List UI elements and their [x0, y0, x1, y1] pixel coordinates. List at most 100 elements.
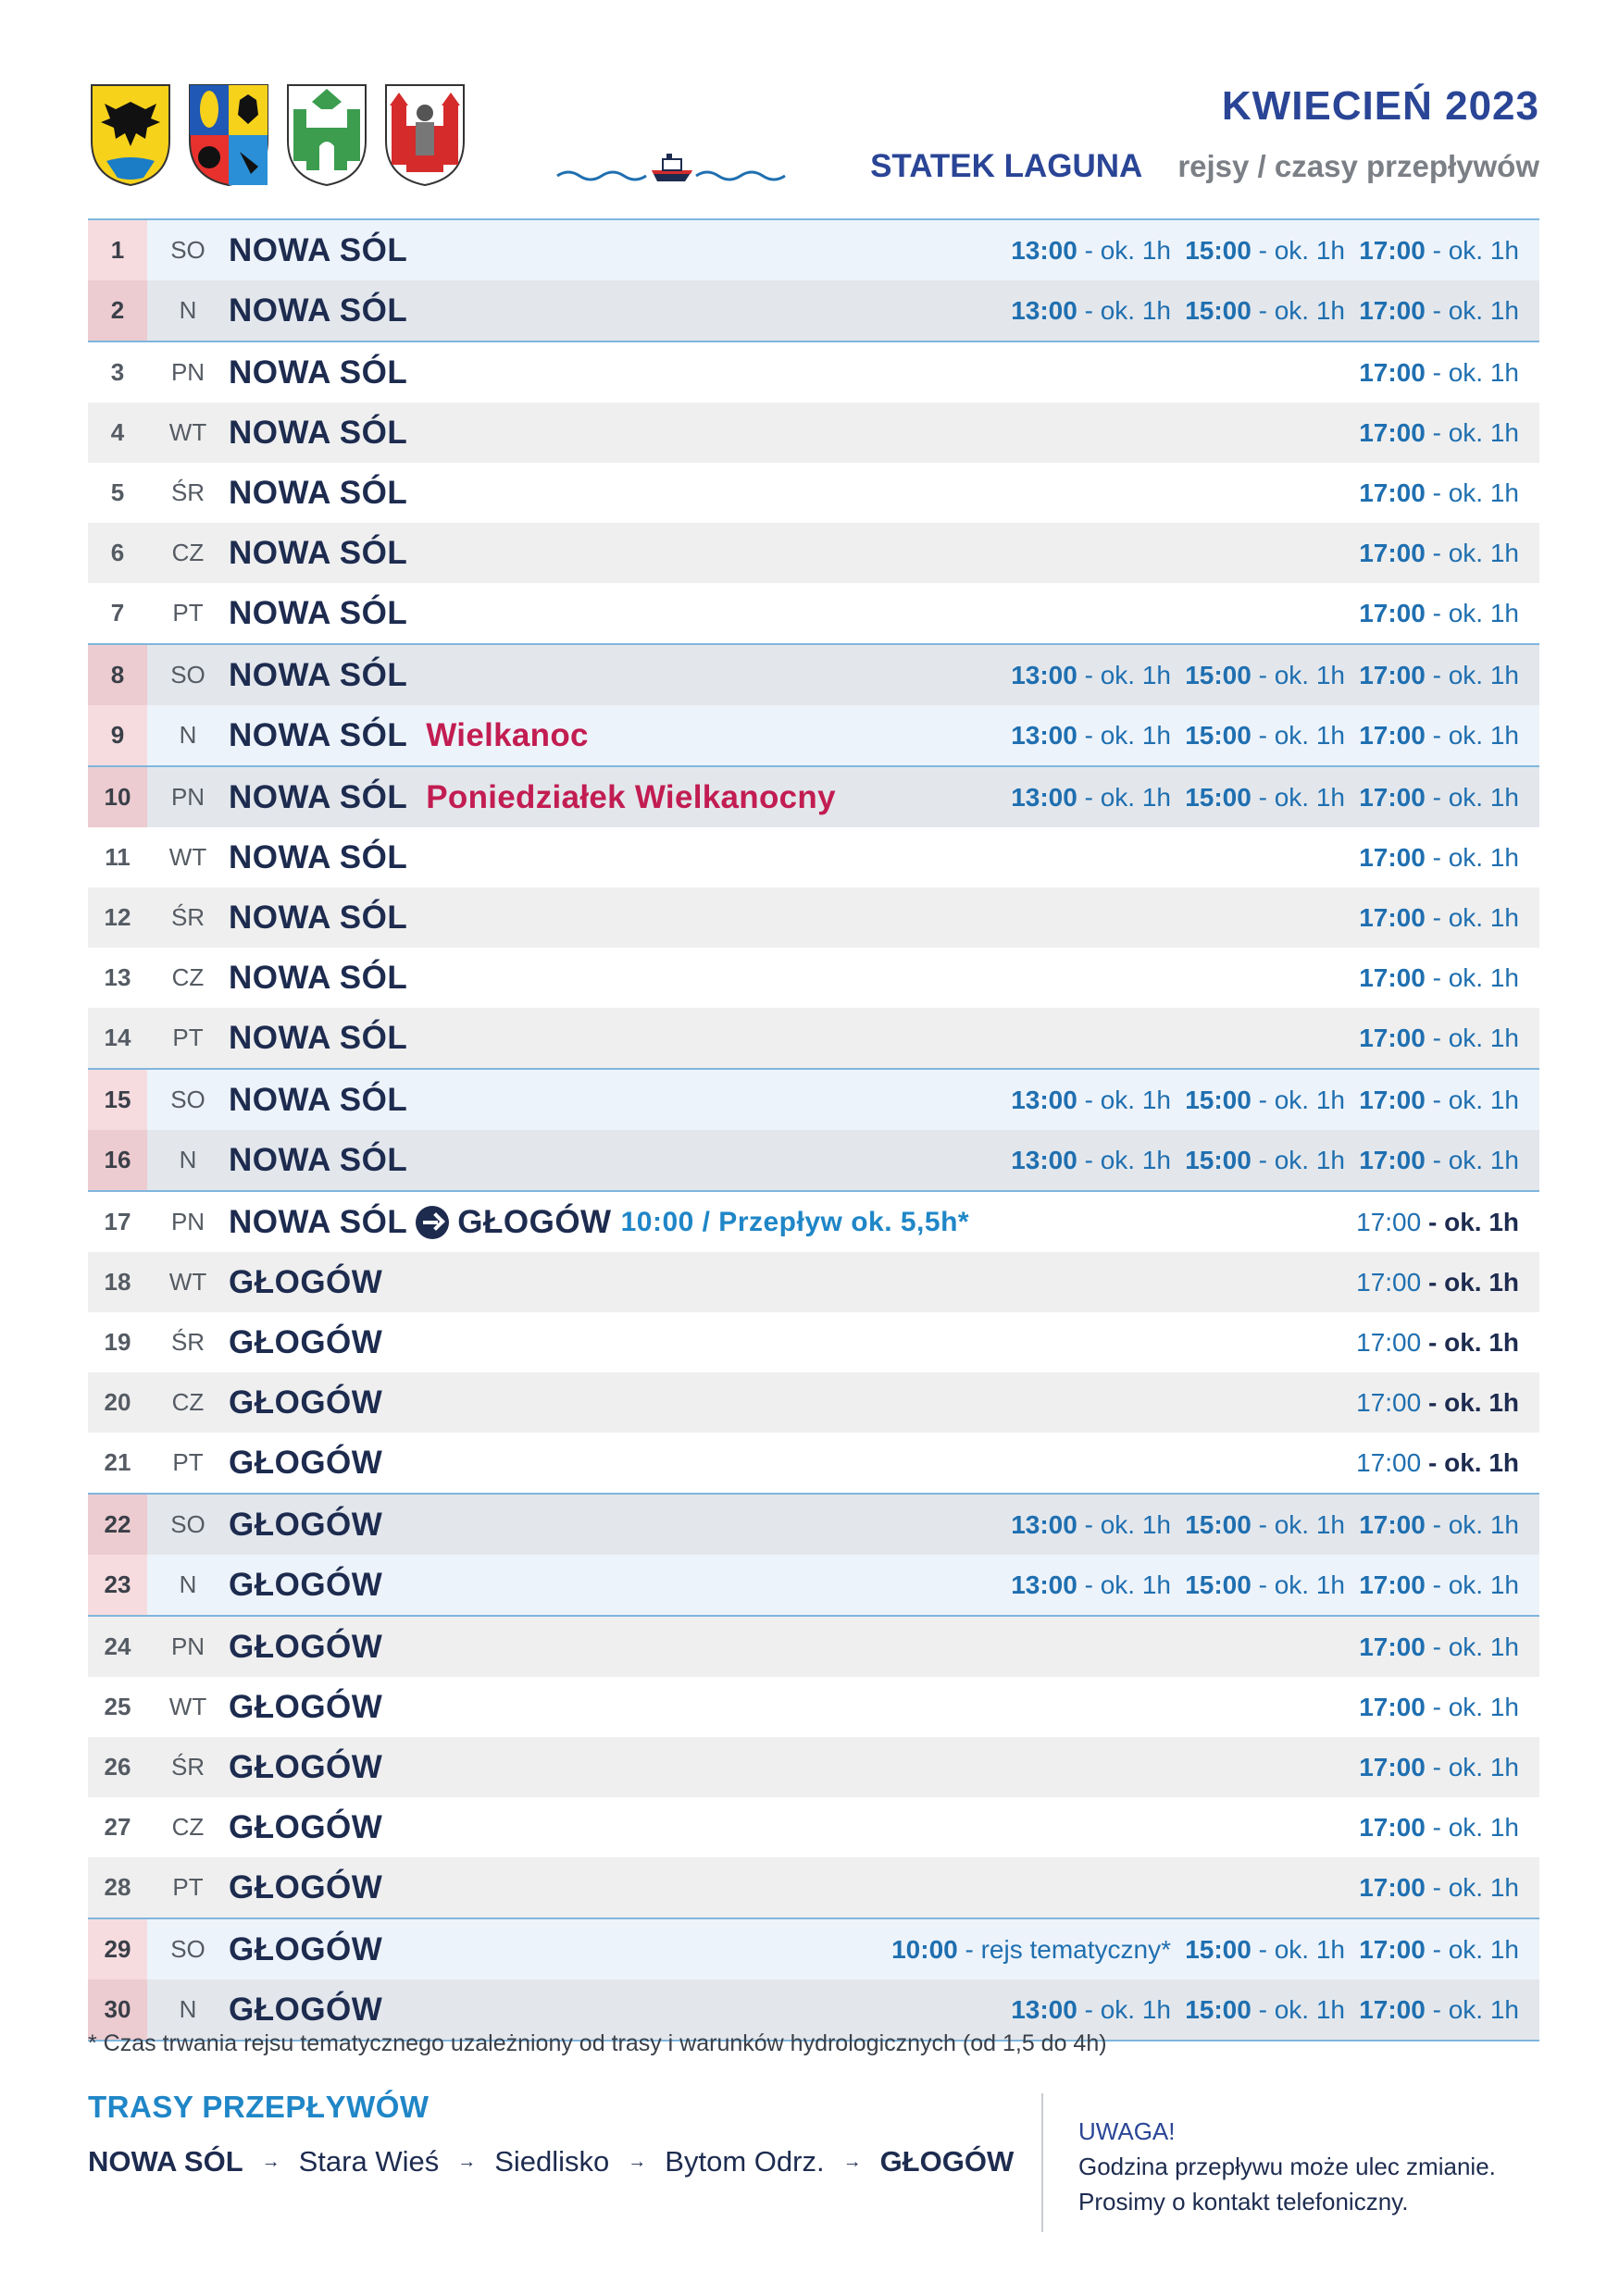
route-arrow-icon: →: [261, 2151, 280, 2172]
duration: - ok. 1h: [1432, 660, 1519, 689]
place-name: GŁOGÓW: [229, 1868, 383, 1905]
destination-cell: NOWA SÓL GŁOGÓW 10:00 / Przepływ ok. 5,5h*: [229, 1204, 969, 1241]
day-number: 7: [110, 599, 125, 627]
place-name: GŁOGÓW: [229, 1688, 383, 1725]
day-number: 15: [88, 1070, 147, 1130]
table-row: 9 N NOWA SÓL Wielkanoc 13:00 - ok. 1h 15:00 -…: [88, 705, 1539, 765]
day-number: 22: [88, 1495, 147, 1555]
place-name: GŁOGÓW: [229, 1748, 383, 1785]
place-name: NOWA SÓL: [229, 959, 408, 996]
duration: - ok. 1h: [1432, 1570, 1519, 1599]
day-number: 5: [110, 478, 125, 506]
departure-slot: 17:00 - ok. 1h: [1345, 1995, 1519, 2025]
day-number: 6: [110, 539, 125, 566]
departure-slot: 17:00 - ok. 1h: [1345, 1873, 1519, 1903]
departure-time: 17:00: [1359, 720, 1426, 750]
departure-times: 13:00 - ok. 1h 15:00 - ok. 1h 17:00 - ok. …: [967, 767, 1519, 827]
duration: - ok. 1h: [1432, 720, 1519, 750]
weekday: SO: [170, 661, 205, 689]
route-line: NOWA SÓL → Stara Wieś → Siedlisko → Bytom Odrz…: [88, 2145, 1014, 2178]
place-name: NOWA SÓL: [229, 778, 408, 815]
duration: - ok. 1h: [1432, 1509, 1519, 1539]
departure-slot: 13:00 - ok. 1h: [967, 1086, 1171, 1115]
weekday: CZ: [171, 1388, 205, 1416]
weekday: WT: [168, 1693, 207, 1720]
departure-slot: 15:00 - ok. 1h: [1171, 1086, 1345, 1115]
destination-cell: NOWA SÓL: [229, 657, 407, 694]
duration: - ok. 1h: [1258, 1934, 1345, 1964]
destination-cell: NOWA SÓL: [229, 960, 407, 997]
departure-time: 13:00: [1011, 1509, 1077, 1539]
departure-time: 17:00: [1359, 1570, 1426, 1599]
destination-cell: NOWA SÓL: [229, 354, 407, 391]
weekday: N: [179, 1995, 197, 2023]
duration: - ok. 1h: [1432, 235, 1519, 265]
duration: - rejs tematyczny*: [965, 1934, 1172, 1964]
table-row: 7 PT NOWA SÓL 17:00 - ok. 1h: [88, 583, 1539, 643]
place-name: GŁOGÓW: [229, 1808, 383, 1845]
departure-times: 17:00 - ok. 1h: [967, 1737, 1519, 1797]
departure-slot: 15:00 - ok. 1h: [1171, 661, 1345, 690]
transfer-info: 10:00 / Przepływ ok. 5,5h*: [620, 1206, 970, 1237]
destination-cell: GŁOGÓW: [229, 1931, 382, 1968]
place-name: NOWA SÓL: [229, 1019, 408, 1056]
departure-slot: 15:00 - ok. 1h: [1171, 1995, 1345, 2025]
table-row: 26 ŚR GŁOGÓW 17:00 - ok. 1h: [88, 1737, 1539, 1797]
departure-time: 15:00: [1185, 1570, 1252, 1599]
table-row: 19 ŚR GŁOGÓW 17:00 - ok. 1h: [88, 1312, 1539, 1372]
place-name: GŁOGÓW: [229, 1263, 383, 1300]
departure-times: 17:00 - ok. 1h: [967, 523, 1519, 583]
day-number: 26: [104, 1753, 131, 1781]
arrow-right-icon: [416, 1205, 450, 1239]
departure-slot: 17:00 - ok. 1h: [1345, 1813, 1519, 1843]
destination-cell: NOWA SÓL: [229, 1142, 407, 1179]
departure-slot: 15:00 - ok. 1h: [1171, 1570, 1345, 1600]
destination-cell: NOWA SÓL: [229, 535, 407, 572]
table-row: 16 N NOWA SÓL 13:00 - ok. 1h 15:00 - ok. 1h 1…: [88, 1130, 1539, 1190]
destination-cell: NOWA SÓL: [229, 900, 407, 937]
weekday: PT: [172, 599, 204, 627]
place-name: GŁOGÓW: [229, 1566, 383, 1603]
departure-time: 17:00: [1359, 538, 1426, 567]
coat-of-arms-lower-silesia-icon: [91, 84, 170, 187]
departure-times: 17:00 - ok. 1h: [967, 463, 1519, 523]
departure-slot: 15:00 - ok. 1h: [1171, 783, 1345, 813]
departure-slot: 17:00 - ok. 1h: [1345, 963, 1519, 993]
duration: - ok. 1h: [1084, 1145, 1171, 1174]
place-name: NOWA SÓL: [229, 656, 408, 693]
weekday: ŚR: [170, 1328, 205, 1356]
duration: - ok. 1h: [1084, 660, 1171, 689]
table-row: 6 CZ NOWA SÓL 17:00 - ok. 1h: [88, 523, 1539, 583]
departure-times: 17:00 - ok. 1h: [967, 827, 1519, 887]
departure-times: 17:00 - ok. 1h: [967, 1372, 1519, 1433]
departure-slot: 15:00 - ok. 1h: [1171, 236, 1345, 266]
duration: - ok. 1h: [1258, 1509, 1345, 1539]
weekday: SO: [170, 236, 205, 264]
departure-time: 15:00: [1185, 295, 1252, 325]
day-number: 21: [104, 1448, 131, 1476]
departure-slot: 13:00 - ok. 1h: [967, 1146, 1171, 1175]
table-row: 21 PT GŁOGÓW 17:00 - ok. 1h: [88, 1433, 1539, 1493]
route-stop: Bytom Odrz.: [665, 2145, 825, 2178]
departure-slot: 17:00 - ok. 1h: [1345, 236, 1519, 266]
duration: - ok. 1h: [1084, 1509, 1171, 1539]
route-stop: NOWA SÓL: [88, 2145, 243, 2178]
weekday: SO: [170, 1935, 205, 1963]
holiday-label: Poniedziałek Wielkanocny: [426, 778, 836, 815]
place-name: NOWA SÓL: [229, 1141, 408, 1178]
departure-time: 17:00: [1359, 1023, 1426, 1052]
weekday: SO: [170, 1510, 205, 1538]
duration: - ok. 1h: [1427, 1207, 1519, 1236]
departure-times: 13:00 - ok. 1h 15:00 - ok. 1h 17:00 - ok. …: [967, 280, 1519, 341]
departure-time: 15:00: [1185, 660, 1252, 689]
departure-time: 15:00: [1185, 1934, 1252, 1964]
duration: - ok. 1h: [1432, 598, 1519, 627]
departure-times: 17:00 - ok. 1h: [967, 1312, 1519, 1372]
departure-times: 17:00 - ok. 1h: [967, 1617, 1519, 1677]
day-number: 23: [88, 1555, 147, 1615]
day-number: 20: [104, 1388, 131, 1416]
table-row: 10 PN NOWA SÓL Poniedziałek Wielkanocny 13:0…: [88, 765, 1539, 827]
departure-time: 15:00: [1185, 1994, 1252, 2024]
destination-cell: GŁOGÓW: [229, 1869, 382, 1906]
ship-name: STATEK LAGUNA: [870, 148, 1143, 184]
